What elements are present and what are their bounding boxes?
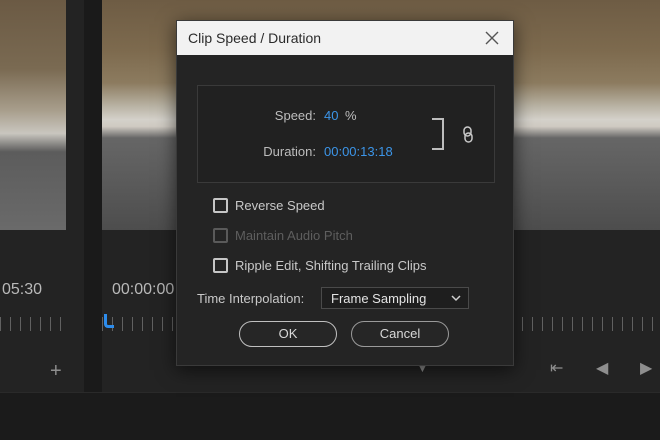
program-timecode: 00:00:00 [112, 281, 175, 298]
source-time-ruler[interactable] [0, 317, 66, 331]
time-interpolation-value: Frame Sampling [331, 291, 427, 306]
bottom-bar [0, 392, 660, 440]
link-icon[interactable] [462, 126, 474, 144]
reverse-speed-checkbox[interactable]: Reverse Speed [213, 195, 325, 215]
maintain-audio-pitch-checkbox: Maintain Audio Pitch [213, 225, 353, 245]
close-icon [485, 31, 499, 45]
go-to-in-icon[interactable]: ⇤ [550, 358, 563, 378]
ripple-edit-label: Ripple Edit, Shifting Trailing Clips [235, 257, 427, 273]
speed-unit: % [345, 108, 357, 123]
source-monitor-panel: 05:30 + [0, 0, 84, 392]
duration-input[interactable]: 00:00:13:18 [324, 144, 393, 159]
speed-input[interactable]: 40 [324, 108, 338, 123]
video-editor: 05:30 + 00:00:00 ▼ ⇤ ◀ ▶ Clip Speed / Du… [0, 0, 660, 440]
play-icon[interactable]: ▶ [640, 358, 652, 378]
reverse-speed-label: Reverse Speed [235, 197, 325, 213]
cancel-button[interactable]: Cancel [351, 321, 449, 347]
ok-button[interactable]: OK [239, 321, 337, 347]
reverse-speed-box[interactable] [213, 197, 228, 213]
source-video-frame [0, 0, 66, 230]
source-timecode: 05:30 [2, 281, 43, 298]
link-bracket [432, 118, 444, 150]
dialog-titlebar[interactable]: Clip Speed / Duration [177, 21, 513, 55]
ripple-edit-box[interactable] [213, 257, 228, 273]
duration-label: Duration: [263, 144, 316, 159]
playhead[interactable] [104, 314, 114, 328]
dialog-title: Clip Speed / Duration [188, 30, 322, 46]
maintain-audio-pitch-label: Maintain Audio Pitch [235, 227, 353, 243]
maintain-audio-pitch-box [213, 227, 228, 243]
chevron-down-icon [451, 295, 461, 302]
clip-speed-dialog: Clip Speed / Duration Speed: 40 % Durati… [176, 20, 514, 366]
step-back-icon[interactable]: ◀ [596, 358, 608, 378]
ripple-edit-checkbox[interactable]: Ripple Edit, Shifting Trailing Clips [213, 255, 426, 275]
time-interpolation-select[interactable]: Frame Sampling [321, 287, 469, 309]
panel-divider[interactable] [84, 0, 102, 392]
speed-label: Speed: [274, 108, 316, 123]
speed-duration-group: Speed: 40 % Duration: 00:00:13:18 [197, 85, 495, 183]
time-interpolation-label: Time Interpolation: [197, 291, 305, 306]
add-icon[interactable]: + [50, 360, 62, 383]
close-button[interactable] [481, 27, 503, 49]
